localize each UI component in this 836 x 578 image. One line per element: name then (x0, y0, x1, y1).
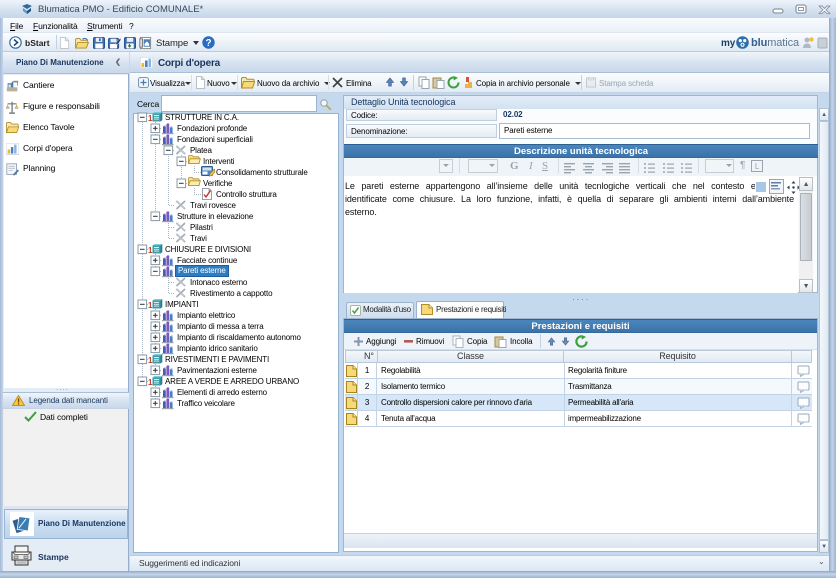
svg-text:?: ? (205, 38, 211, 49)
